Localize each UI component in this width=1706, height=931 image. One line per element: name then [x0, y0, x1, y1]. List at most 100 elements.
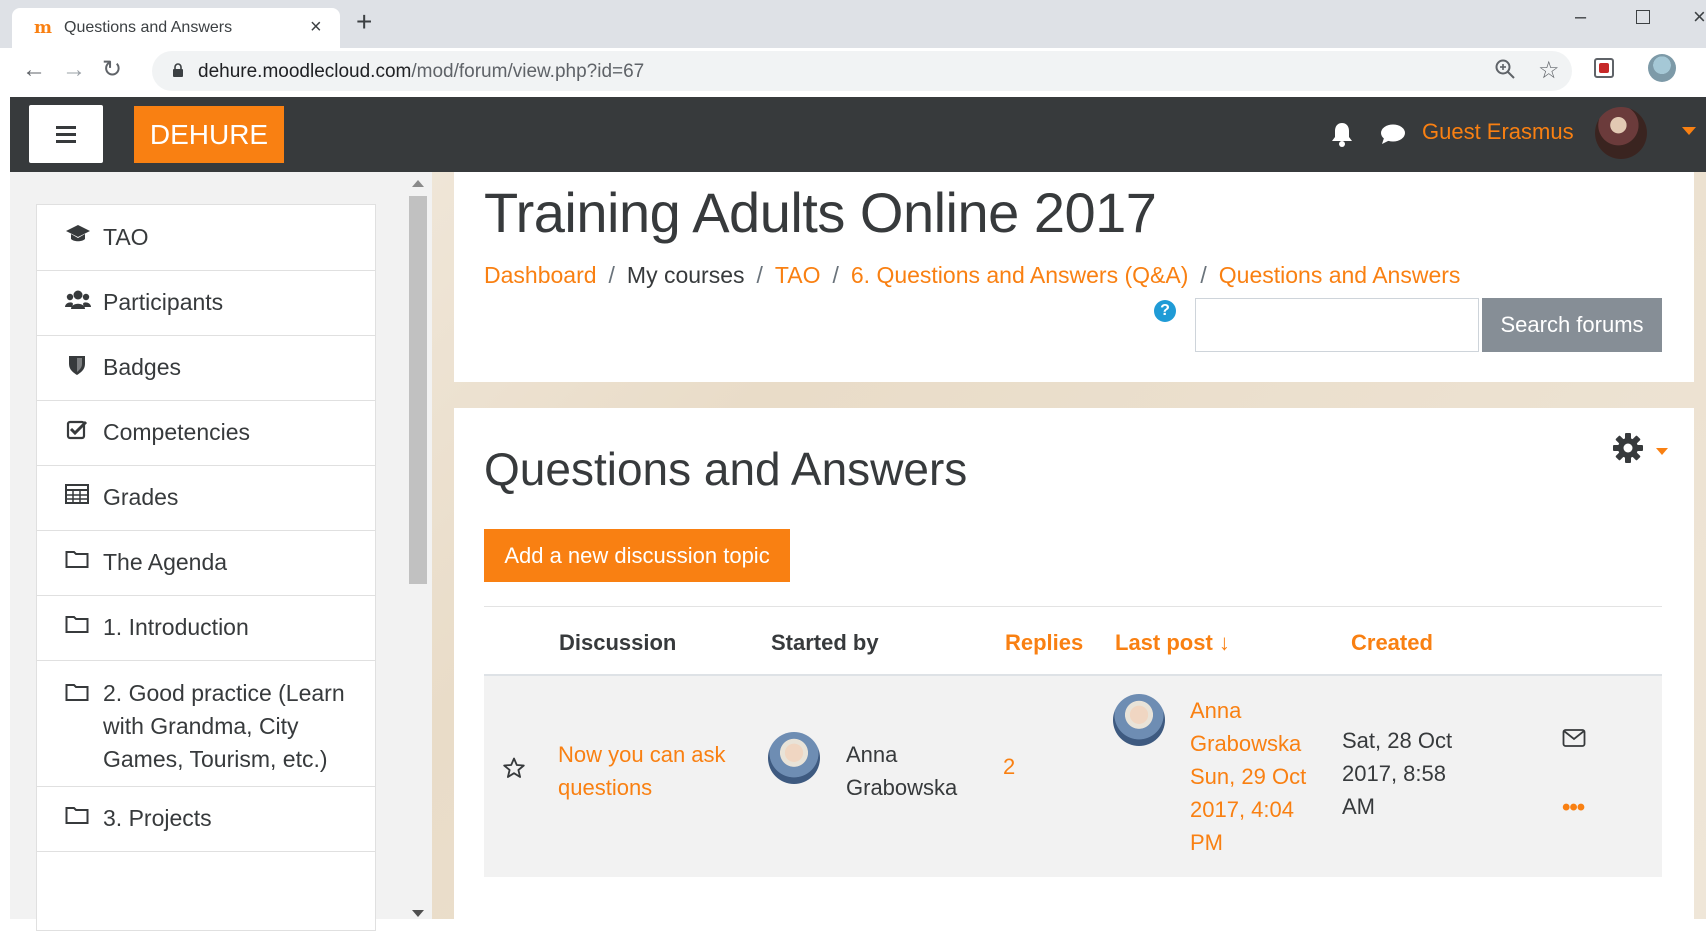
browser-tab[interactable]: m Questions and Answers × — [12, 8, 340, 48]
messages-icon[interactable] — [1380, 123, 1406, 145]
url-host: dehure.moodlecloud.com — [198, 61, 412, 82]
nav-item-introduction[interactable]: 1. Introduction — [36, 595, 376, 661]
nav-item-tao[interactable]: TAO — [36, 204, 376, 271]
url-path: /mod/forum/view.php?id=67 — [411, 61, 645, 82]
table-row: Now you can ask questions Anna Grabowska… — [484, 676, 1662, 877]
last-post-link[interactable]: Anna Grabowska Sun, 29 Oct 2017, 4:04 PM — [1190, 694, 1310, 859]
forum-title: Questions and Answers — [484, 443, 968, 495]
browser-tab-strip: m Questions and Answers × + – × — [0, 0, 1706, 48]
more-actions-icon[interactable]: ••• — [1562, 794, 1585, 822]
help-icon[interactable]: ? — [1154, 300, 1176, 322]
nav-item-the-agenda[interactable]: The Agenda — [36, 530, 376, 596]
breadcrumb-separator: / — [832, 262, 839, 288]
url-text: dehure.moodlecloud.com/mod/forum/view.ph… — [198, 61, 644, 83]
folder-icon — [65, 805, 89, 831]
back-arrow-icon[interactable]: ← — [22, 56, 46, 84]
breadcrumb-tao[interactable]: TAO — [775, 262, 821, 288]
scroll-up-arrow-icon[interactable] — [412, 180, 424, 187]
site-brand-link[interactable]: DEHURE — [134, 106, 284, 163]
column-header-discussion: Discussion — [559, 630, 677, 655]
column-header-created[interactable]: Created — [1351, 630, 1433, 656]
user-menu-name[interactable]: Guest Erasmus — [1422, 119, 1574, 145]
breadcrumb-section[interactable]: 6. Questions and Answers (Q&A) — [851, 262, 1189, 288]
folder-icon — [65, 614, 89, 640]
star-icon[interactable] — [502, 756, 526, 780]
tab-close-icon[interactable]: × — [310, 16, 322, 39]
nav-item-label: Participants — [103, 289, 224, 315]
search-forums-input[interactable] — [1195, 298, 1479, 352]
window-restore-button[interactable] — [1636, 10, 1650, 24]
moodle-favicon-icon: m — [34, 18, 52, 38]
nav-item-label: Competencies — [103, 419, 251, 445]
user-avatar[interactable] — [1595, 107, 1647, 159]
nav-item-next[interactable] — [36, 851, 376, 931]
browser-menu-icon[interactable]: ⋮ — [1698, 56, 1706, 82]
nav-item-label: 3. Projects — [103, 805, 212, 831]
gear-icon[interactable] — [1612, 432, 1644, 464]
breadcrumb-separator: / — [1200, 262, 1207, 288]
search-forums-button[interactable]: Search forums — [1482, 298, 1662, 352]
lock-icon — [173, 63, 183, 77]
folder-icon — [65, 549, 89, 575]
breadcrumb-separator: / — [608, 262, 615, 288]
column-header-replies[interactable]: Replies — [1005, 630, 1083, 656]
forward-arrow-icon[interactable]: → — [62, 56, 86, 84]
last-post-author: Anna Grabowska — [1190, 698, 1302, 756]
nav-item-participants[interactable]: Participants — [36, 270, 376, 336]
drawer-scrollbar-thumb[interactable] — [409, 196, 427, 584]
reload-icon[interactable]: ↻ — [102, 56, 122, 84]
nav-item-label: Grades — [103, 484, 179, 510]
sort-down-arrow-icon: ↓ — [1218, 630, 1230, 655]
extension-icon[interactable] — [1594, 58, 1614, 78]
user-menu-caret-icon[interactable] — [1682, 127, 1696, 135]
breadcrumb-my-courses: My courses — [626, 262, 745, 288]
avatar[interactable] — [768, 732, 820, 784]
breadcrumb: Dashboard / My courses / TAO / 6. Questions an… — [484, 262, 1460, 289]
scroll-down-arrow-icon[interactable] — [412, 910, 424, 917]
bookmark-star-icon[interactable]: ☆ — [1538, 56, 1560, 85]
notification-bell-icon[interactable] — [1330, 121, 1354, 147]
window-close-button[interactable]: × — [1693, 4, 1706, 30]
nav-item-label: The Agenda — [103, 549, 228, 575]
breadcrumb-dashboard[interactable]: Dashboard — [484, 262, 597, 288]
nav-item-competencies[interactable]: Competencies — [36, 400, 376, 466]
browser-toolbar: ← → ↻ dehure.moodlecloud.com/mod/forum/v… — [0, 48, 1706, 97]
add-discussion-button[interactable]: Add a new discussion topic — [484, 529, 790, 582]
last-post-date: Sun, 29 Oct 2017, 4:04 PM — [1190, 764, 1307, 855]
discussion-title-link[interactable]: Now you can ask questions — [558, 738, 748, 804]
nav-drawer: TAO Participants Badges Competencies Gra… — [10, 172, 410, 931]
nav-item-projects[interactable]: 3. Projects — [36, 786, 376, 852]
nav-item-label: TAO — [103, 224, 149, 250]
nav-item-label: 1. Introduction — [103, 614, 249, 640]
browser-profile-avatar[interactable] — [1648, 54, 1676, 82]
last-post-label: Last post — [1115, 630, 1213, 655]
started-by-name: Anna Grabowska — [846, 742, 958, 800]
new-tab-button[interactable]: + — [356, 8, 372, 36]
avatar[interactable] — [1113, 694, 1165, 746]
breadcrumb-forum[interactable]: Questions and Answers — [1219, 262, 1461, 288]
gear-caret-icon[interactable] — [1656, 448, 1668, 455]
nav-item-grades[interactable]: Grades — [36, 465, 376, 531]
forum-main-card: Questions and Answers Add a new discussi… — [454, 408, 1694, 919]
page-header-card: Training Adults Online 2017 Dashboard / My… — [454, 172, 1694, 382]
breadcrumb-separator: / — [756, 262, 763, 288]
zoom-icon[interactable] — [1494, 58, 1516, 80]
table-divider — [484, 606, 1662, 607]
address-bar[interactable]: dehure.moodlecloud.com/mod/forum/view.ph… — [152, 51, 1572, 91]
hamburger-menu-button[interactable] — [29, 105, 103, 163]
table-icon — [65, 484, 89, 510]
column-header-last-post[interactable]: Last post ↓ — [1115, 630, 1230, 656]
created-date: Sat, 28 Oct 2017, 8:58 AM — [1342, 728, 1453, 819]
replies-count-link[interactable]: 2 — [1003, 754, 1015, 780]
site-navbar: DEHURE Guest Erasmus — [10, 97, 1706, 172]
shield-icon — [65, 354, 89, 382]
course-title: Training Adults Online 2017 — [484, 181, 1157, 244]
nav-item-badges[interactable]: Badges — [36, 335, 376, 401]
window-minimize-button[interactable]: – — [1575, 6, 1586, 29]
tab-title: Questions and Answers — [64, 19, 233, 36]
column-header-started-by: Started by — [771, 630, 879, 655]
nav-item-good-practice[interactable]: 2. Good practice (Learn with Grandma, Ci… — [36, 660, 376, 787]
graduation-cap-icon — [65, 223, 90, 249]
envelope-icon[interactable] — [1562, 728, 1586, 748]
nav-item-label: 2. Good practice (Learn with Grandma, Ci… — [103, 680, 345, 772]
